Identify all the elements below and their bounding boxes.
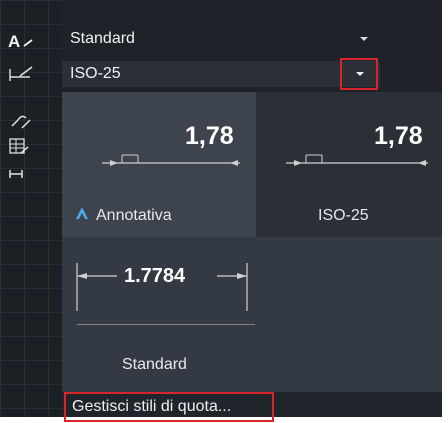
chevron-down-icon[interactable]	[356, 26, 372, 52]
dimension-preview	[102, 154, 240, 166]
manage-link-highlight	[64, 392, 274, 422]
dimension-preview	[286, 154, 428, 166]
tool-rail: A	[0, 0, 62, 417]
multileader-icon[interactable]	[8, 110, 38, 132]
svg-text:A: A	[8, 32, 20, 51]
text-style-value: Standard	[70, 30, 135, 47]
text-style-dropdown[interactable]: Standard	[62, 26, 380, 52]
dim-style-value: ISO-25	[70, 65, 121, 82]
dim-style-dropdown[interactable]: ISO-25	[62, 61, 380, 87]
dimension-style-panel: A Standard ISO-25 1,78 Annotativa 1,78 I…	[0, 0, 442, 417]
text-style-icon[interactable]: A	[8, 30, 38, 52]
preview-value: 1.7784	[124, 265, 186, 287]
table-style-icon[interactable]	[8, 136, 38, 158]
annotative-icon	[76, 207, 88, 219]
gallery-label-standard: Standard	[122, 356, 187, 373]
gallery-label-annotativa: Annotativa	[96, 207, 172, 224]
dimension-insert-icon[interactable]	[8, 164, 38, 186]
dropdown-arrow-highlight	[340, 58, 378, 90]
gallery-label-iso25: ISO-25	[318, 207, 369, 224]
dim-style-icon[interactable]	[8, 63, 38, 85]
